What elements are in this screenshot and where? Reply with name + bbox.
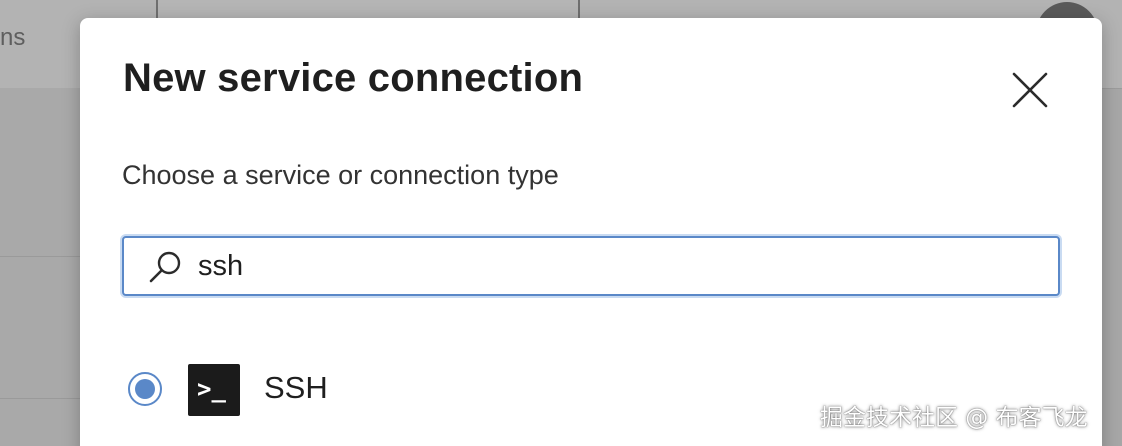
search-box[interactable] [122, 236, 1060, 296]
search-icon [149, 251, 181, 283]
search-input[interactable] [198, 246, 1038, 286]
option-label-ssh: SSH [264, 370, 328, 405]
terminal-icon: >_ [188, 364, 240, 416]
radio-selected-dot [135, 379, 155, 399]
dialog-subtitle: Choose a service or connection type [122, 160, 559, 190]
ssh-radio-button[interactable] [128, 372, 162, 406]
background-divider [0, 398, 80, 399]
watermark: 掘金技术社区 @ 布客飞龙 [820, 405, 1088, 431]
background-nav-text: ns [0, 24, 26, 51]
background-divider [0, 256, 80, 257]
close-icon[interactable] [1008, 68, 1052, 112]
background-left-panel [0, 88, 80, 446]
terminal-icon-glyph: >_ [197, 375, 226, 403]
dialog-title: New service connection [123, 56, 584, 100]
close-button[interactable] [1008, 68, 1052, 112]
list-item-ssh[interactable]: >_ SSH [122, 360, 722, 420]
new-service-connection-dialog: New service connection Choose a service … [80, 18, 1102, 446]
